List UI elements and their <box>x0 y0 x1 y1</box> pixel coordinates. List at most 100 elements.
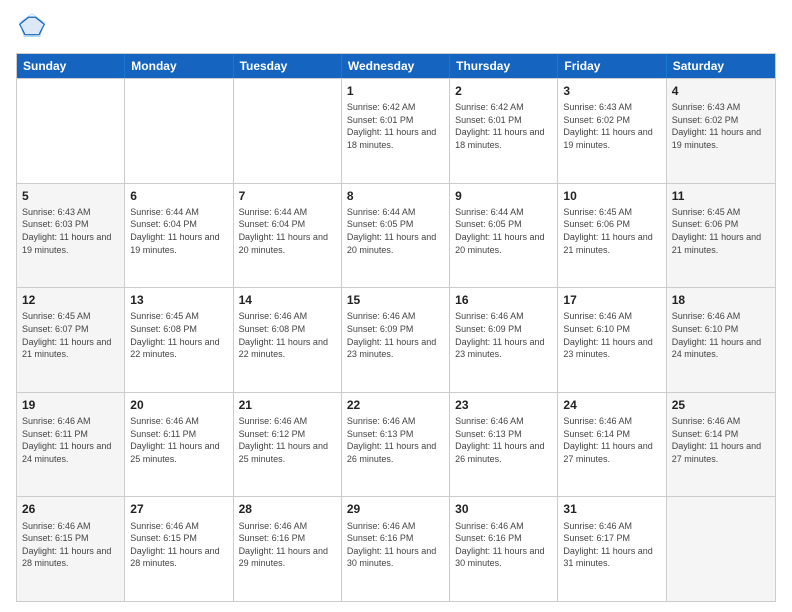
header-day-monday: Monday <box>125 54 233 78</box>
day-number: 11 <box>672 188 770 204</box>
day-info: Sunrise: 6:45 AM Sunset: 6:07 PM Dayligh… <box>22 310 119 360</box>
day-info: Sunrise: 6:45 AM Sunset: 6:06 PM Dayligh… <box>672 206 770 256</box>
day-info: Sunrise: 6:44 AM Sunset: 6:04 PM Dayligh… <box>130 206 227 256</box>
cal-cell: 23Sunrise: 6:46 AM Sunset: 6:13 PM Dayli… <box>450 393 558 497</box>
day-info: Sunrise: 6:42 AM Sunset: 6:01 PM Dayligh… <box>347 101 444 151</box>
day-number: 17 <box>563 292 660 308</box>
day-number: 30 <box>455 501 552 517</box>
cal-cell: 30Sunrise: 6:46 AM Sunset: 6:16 PM Dayli… <box>450 497 558 601</box>
day-number: 6 <box>130 188 227 204</box>
cal-cell: 6 Sunrise: 6:44 AM Sunset: 6:04 PM Daylig… <box>125 184 233 288</box>
cal-cell: 17 Sunrise: 6:46 AM Sunset: 6:10 PM Dayli… <box>558 288 666 392</box>
day-info: Sunrise: 6:45 AM Sunset: 6:08 PM Dayligh… <box>130 310 227 360</box>
day-number: 9 <box>455 188 552 204</box>
cal-cell <box>667 497 775 601</box>
cal-cell: 31 Sunrise: 6:46 AM Sunset: 6:17 PM Dayli… <box>558 497 666 601</box>
cal-cell: 2 Sunrise: 6:42 AM Sunset: 6:01 PM Daylig… <box>450 79 558 183</box>
cal-cell: 29 Sunrise: 6:46 AM Sunset: 6:16 PM Dayli… <box>342 497 450 601</box>
cal-cell: 22 Sunrise: 6:46 AM Sunset: 6:13 PM Dayli… <box>342 393 450 497</box>
day-number: 24 <box>563 397 660 413</box>
cal-cell <box>125 79 233 183</box>
header-day-wednesday: Wednesday <box>342 54 450 78</box>
day-info: Sunrise: 6:46 AM Sunset: 6:16 PM Dayligh… <box>347 520 444 570</box>
day-number: 12 <box>22 292 119 308</box>
day-number: 22 <box>347 397 444 413</box>
cal-cell: 24 Sunrise: 6:46 AM Sunset: 6:14 PM Dayli… <box>558 393 666 497</box>
cal-cell: 4 Sunrise: 6:43 AM Sunset: 6:02 PM Daylig… <box>667 79 775 183</box>
day-info: Sunrise: 6:46 AM Sunset: 6:09 PM Dayligh… <box>455 310 552 360</box>
day-number: 3 <box>563 83 660 99</box>
cal-cell: 19 Sunrise: 6:46 AM Sunset: 6:11 PM Dayli… <box>17 393 125 497</box>
day-info: Sunrise: 6:44 AM Sunset: 6:04 PM Dayligh… <box>239 206 336 256</box>
cal-cell: 11 Sunrise: 6:45 AM Sunset: 6:06 PM Dayli… <box>667 184 775 288</box>
cal-cell: 26 Sunrise: 6:46 AM Sunset: 6:15 PM Dayli… <box>17 497 125 601</box>
day-info: Sunrise: 6:43 AM Sunset: 6:02 PM Dayligh… <box>563 101 660 151</box>
day-number: 25 <box>672 397 770 413</box>
day-info: Sunrise: 6:43 AM Sunset: 6:03 PM Dayligh… <box>22 206 119 256</box>
day-info: Sunrise: 6:46 AM Sunset: 6:09 PM Dayligh… <box>347 310 444 360</box>
cal-cell: 13 Sunrise: 6:45 AM Sunset: 6:08 PM Dayli… <box>125 288 233 392</box>
day-number: 10 <box>563 188 660 204</box>
day-info: Sunrise: 6:42 AM Sunset: 6:01 PM Dayligh… <box>455 101 552 151</box>
header-day-friday: Friday <box>558 54 666 78</box>
page: SundayMondayTuesdayWednesdayThursdayFrid… <box>0 0 792 612</box>
cal-cell: 7 Sunrise: 6:44 AM Sunset: 6:04 PM Daylig… <box>234 184 342 288</box>
header <box>16 12 776 45</box>
day-info: Sunrise: 6:46 AM Sunset: 6:10 PM Dayligh… <box>563 310 660 360</box>
week-row-4: 19 Sunrise: 6:46 AM Sunset: 6:11 PM Dayli… <box>17 392 775 497</box>
cal-cell: 1 Sunrise: 6:42 AM Sunset: 6:01 PM Daylig… <box>342 79 450 183</box>
logo-icon <box>18 12 46 40</box>
header-day-thursday: Thursday <box>450 54 558 78</box>
day-number: 16 <box>455 292 552 308</box>
day-info: Sunrise: 6:46 AM Sunset: 6:11 PM Dayligh… <box>130 415 227 465</box>
week-row-5: 26 Sunrise: 6:46 AM Sunset: 6:15 PM Dayli… <box>17 496 775 601</box>
day-number: 19 <box>22 397 119 413</box>
day-number: 27 <box>130 501 227 517</box>
day-info: Sunrise: 6:46 AM Sunset: 6:15 PM Dayligh… <box>130 520 227 570</box>
day-number: 15 <box>347 292 444 308</box>
day-number: 31 <box>563 501 660 517</box>
day-number: 4 <box>672 83 770 99</box>
day-info: Sunrise: 6:43 AM Sunset: 6:02 PM Dayligh… <box>672 101 770 151</box>
header-day-saturday: Saturday <box>667 54 775 78</box>
day-number: 14 <box>239 292 336 308</box>
cal-cell: 27 Sunrise: 6:46 AM Sunset: 6:15 PM Dayli… <box>125 497 233 601</box>
cal-cell: 28 Sunrise: 6:46 AM Sunset: 6:16 PM Dayli… <box>234 497 342 601</box>
day-number: 29 <box>347 501 444 517</box>
cal-cell: 21Sunrise: 6:46 AM Sunset: 6:12 PM Dayli… <box>234 393 342 497</box>
day-info: Sunrise: 6:46 AM Sunset: 6:15 PM Dayligh… <box>22 520 119 570</box>
cal-cell: 16 Sunrise: 6:46 AM Sunset: 6:09 PM Dayli… <box>450 288 558 392</box>
day-number: 7 <box>239 188 336 204</box>
week-row-1: 1 Sunrise: 6:42 AM Sunset: 6:01 PM Daylig… <box>17 78 775 183</box>
day-info: Sunrise: 6:46 AM Sunset: 6:12 PM Dayligh… <box>239 415 336 465</box>
calendar-header-row: SundayMondayTuesdayWednesdayThursdayFrid… <box>17 54 775 78</box>
day-number: 13 <box>130 292 227 308</box>
day-number: 20 <box>130 397 227 413</box>
cal-cell: 14 Sunrise: 6:46 AM Sunset: 6:08 PM Dayli… <box>234 288 342 392</box>
day-info: Sunrise: 6:46 AM Sunset: 6:10 PM Dayligh… <box>672 310 770 360</box>
cal-cell <box>17 79 125 183</box>
day-info: Sunrise: 6:45 AM Sunset: 6:06 PM Dayligh… <box>563 206 660 256</box>
day-info: Sunrise: 6:46 AM Sunset: 6:14 PM Dayligh… <box>563 415 660 465</box>
day-number: 23 <box>455 397 552 413</box>
cal-cell: 5Sunrise: 6:43 AM Sunset: 6:03 PM Daylig… <box>17 184 125 288</box>
day-info: Sunrise: 6:44 AM Sunset: 6:05 PM Dayligh… <box>347 206 444 256</box>
day-number: 18 <box>672 292 770 308</box>
day-info: Sunrise: 6:46 AM Sunset: 6:11 PM Dayligh… <box>22 415 119 465</box>
day-info: Sunrise: 6:44 AM Sunset: 6:05 PM Dayligh… <box>455 206 552 256</box>
day-info: Sunrise: 6:46 AM Sunset: 6:13 PM Dayligh… <box>347 415 444 465</box>
day-number: 26 <box>22 501 119 517</box>
day-number: 28 <box>239 501 336 517</box>
day-number: 8 <box>347 188 444 204</box>
day-number: 2 <box>455 83 552 99</box>
cal-cell: 18 Sunrise: 6:46 AM Sunset: 6:10 PM Dayli… <box>667 288 775 392</box>
day-info: Sunrise: 6:46 AM Sunset: 6:17 PM Dayligh… <box>563 520 660 570</box>
day-number: 1 <box>347 83 444 99</box>
calendar: SundayMondayTuesdayWednesdayThursdayFrid… <box>16 53 776 602</box>
day-info: Sunrise: 6:46 AM Sunset: 6:08 PM Dayligh… <box>239 310 336 360</box>
cal-cell: 12 Sunrise: 6:45 AM Sunset: 6:07 PM Dayli… <box>17 288 125 392</box>
day-info: Sunrise: 6:46 AM Sunset: 6:16 PM Dayligh… <box>239 520 336 570</box>
day-info: Sunrise: 6:46 AM Sunset: 6:14 PM Dayligh… <box>672 415 770 465</box>
cal-cell: 20 Sunrise: 6:46 AM Sunset: 6:11 PM Dayli… <box>125 393 233 497</box>
week-row-3: 12 Sunrise: 6:45 AM Sunset: 6:07 PM Dayli… <box>17 287 775 392</box>
